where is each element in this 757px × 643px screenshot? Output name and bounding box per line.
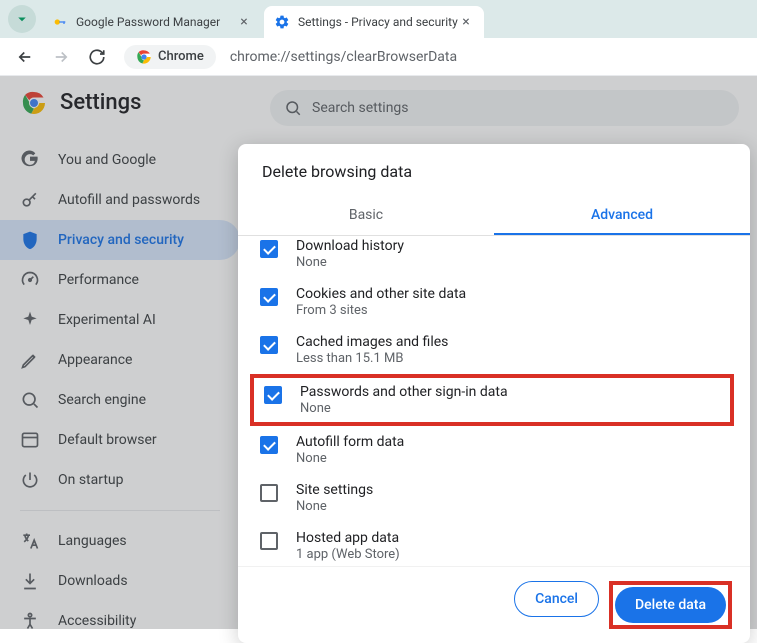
chrome-icon (136, 49, 152, 65)
tab-title: Google Password Manager (76, 15, 236, 29)
back-button[interactable] (10, 42, 40, 72)
toolbar: Chrome chrome://settings/clearBrowserDat… (0, 38, 757, 76)
checkbox[interactable] (260, 336, 278, 354)
option-download-history: Download history None (254, 236, 730, 278)
option-label: Download history (296, 238, 724, 254)
close-icon[interactable]: × (458, 14, 474, 30)
checkbox[interactable] (264, 386, 282, 404)
tab-bar: Google Password Manager × Settings - Pri… (0, 0, 757, 38)
option-cached: Cached images and files Less than 15.1 M… (254, 326, 730, 374)
option-label: Cookies and other site data (296, 286, 724, 302)
dialog-body[interactable]: Download history None Cookies and other … (238, 236, 750, 566)
option-label: Site settings (296, 482, 724, 498)
option-autofill: Autofill form data None (254, 426, 730, 474)
profile-button[interactable] (8, 5, 36, 33)
tab-title: Settings - Privacy and security (298, 15, 458, 29)
option-label: Cached images and files (296, 334, 724, 350)
option-passwords: Passwords and other sign-in data None (258, 380, 726, 420)
forward-button[interactable] (46, 42, 76, 72)
address-label: Chrome (158, 49, 204, 64)
option-sub: None (300, 401, 720, 416)
dialog-footer: Cancel Delete data (238, 566, 750, 643)
close-icon[interactable]: × (236, 14, 252, 30)
option-sub: From 3 sites (296, 303, 724, 318)
delete-browsing-data-dialog: Delete browsing data Basic Advanced Down… (238, 144, 750, 643)
option-label: Autofill form data (296, 434, 724, 450)
cancel-button[interactable]: Cancel (514, 581, 599, 617)
checkbox[interactable] (260, 484, 278, 502)
tab-advanced[interactable]: Advanced (494, 197, 750, 235)
key-icon (52, 14, 68, 30)
gear-icon (274, 14, 290, 30)
option-sub: 1 app (Web Store) (296, 547, 724, 562)
checkbox[interactable] (260, 288, 278, 306)
option-cookies: Cookies and other site data From 3 sites (254, 278, 730, 326)
option-label: Passwords and other sign-in data (300, 384, 720, 400)
highlight-passwords: Passwords and other sign-in data None (250, 374, 734, 426)
checkbox[interactable] (260, 436, 278, 454)
dialog-title: Delete browsing data (238, 144, 750, 197)
option-sub: None (296, 255, 724, 270)
delete-data-button[interactable]: Delete data (615, 587, 726, 623)
browser-tab-0[interactable]: Google Password Manager × (42, 6, 262, 38)
option-label: Hosted app data (296, 530, 724, 546)
option-sub: None (296, 451, 724, 466)
browser-tab-1[interactable]: Settings - Privacy and security × (264, 6, 484, 38)
address-url[interactable]: chrome://settings/clearBrowserData (230, 49, 457, 65)
tab-basic[interactable]: Basic (238, 197, 494, 235)
option-sub: None (296, 499, 724, 514)
option-site-settings: Site settings None (254, 474, 730, 522)
checkbox[interactable] (260, 240, 278, 258)
address-chip[interactable]: Chrome (124, 45, 216, 69)
option-sub: Less than 15.1 MB (296, 351, 724, 366)
option-hosted-app: Hosted app data 1 app (Web Store) (254, 522, 730, 566)
reload-button[interactable] (82, 42, 112, 72)
dialog-tabs: Basic Advanced (238, 197, 750, 236)
highlight-delete: Delete data (609, 581, 732, 629)
checkbox[interactable] (260, 532, 278, 550)
